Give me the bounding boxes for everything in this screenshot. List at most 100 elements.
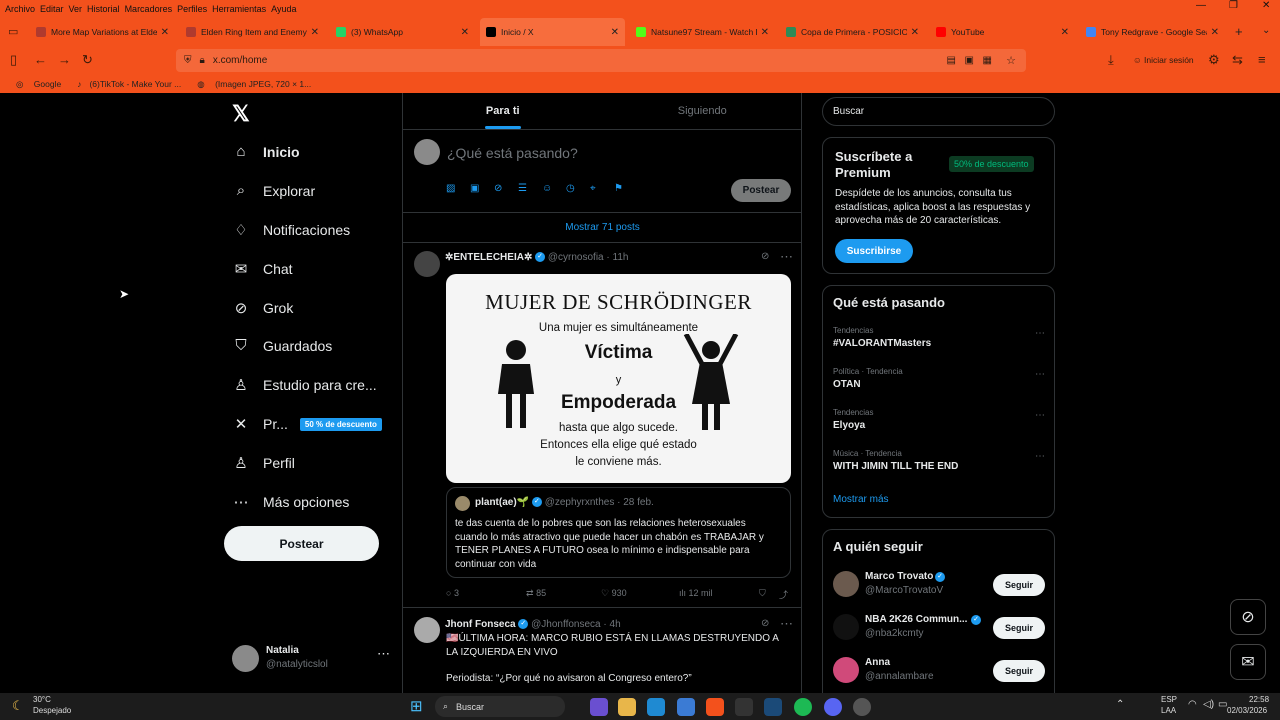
extensions-icon[interactable]: ⚙ bbox=[1208, 52, 1220, 68]
reload-icon[interactable]: ↻ bbox=[82, 52, 93, 68]
menu-marcadores[interactable]: Marcadores bbox=[125, 4, 173, 14]
show-more-link[interactable]: Mostrar más bbox=[833, 494, 889, 505]
more-icon[interactable]: ⋯ bbox=[377, 646, 390, 662]
nav-item-pr-[interactable]: ✕ Pr... 50 % de descuento bbox=[232, 415, 382, 433]
trend-item[interactable]: Música · Tendencia WITH JIMIN TILL THE EN… bbox=[833, 449, 1045, 472]
like-button[interactable]: ♡ 930 bbox=[601, 588, 679, 601]
schedule-icon[interactable]: ◷ bbox=[566, 183, 590, 194]
compose-input[interactable]: ¿Qué está pasando? bbox=[447, 145, 578, 161]
language-layout[interactable]: LAA bbox=[1161, 706, 1176, 715]
browser-tab[interactable]: Natsune97 Stream - Watch Live ✕ bbox=[630, 18, 775, 46]
tab-siguiendo[interactable]: Siguiendo bbox=[603, 93, 803, 129]
edge-icon[interactable] bbox=[647, 698, 665, 716]
search-input[interactable]: ⌕ Buscar bbox=[822, 97, 1055, 126]
minimize-window-icon[interactable]: — bbox=[1196, 0, 1206, 11]
menu-icon[interactable]: ≡ bbox=[1258, 52, 1266, 67]
downloads-icon[interactable]: ⤓ bbox=[1108, 52, 1114, 68]
post-time[interactable]: 4h bbox=[610, 619, 621, 630]
steam-icon[interactable] bbox=[764, 698, 782, 716]
views-button[interactable]: ılı 12 mil bbox=[679, 588, 759, 601]
bookmark-icon[interactable]: ⛉ bbox=[759, 588, 779, 601]
quoted-post[interactable]: plant(ae)🌱 ✓ @zephyrxnthes · 28 feb. te … bbox=[446, 487, 791, 578]
follow-suggestion[interactable]: Anna @annalambare Seguir bbox=[833, 654, 1045, 690]
more-icon[interactable]: ⋯ bbox=[1035, 451, 1045, 462]
sidebar-toggle-icon[interactable]: ▯ bbox=[10, 52, 17, 68]
trend-item[interactable]: Tendencias #VALORANTMasters ⋯ bbox=[833, 326, 1045, 349]
tray-chevron-icon[interactable]: ⌃ bbox=[1116, 699, 1124, 710]
author-name[interactable]: ✲ENTELECHEIA✲ bbox=[445, 252, 532, 263]
follow-suggestion[interactable]: NBA 2K26 Commun... @nba2kcmty ✓ Seguir bbox=[833, 611, 1045, 647]
language-code[interactable]: ESP bbox=[1161, 695, 1177, 704]
bookmark-star-icon[interactable]: ☆ bbox=[1006, 54, 1016, 67]
nav-item-perfil[interactable]: ♙ Perfil bbox=[232, 454, 295, 472]
close-tab-icon[interactable]: ✕ bbox=[911, 27, 919, 38]
menu-ver[interactable]: Ver bbox=[69, 4, 83, 14]
reader-mode-icon[interactable]: ▤ bbox=[947, 55, 956, 66]
menu-editar[interactable]: Editar bbox=[40, 4, 64, 14]
nav-item-inicio[interactable]: ⌂ Inicio bbox=[232, 143, 299, 160]
nav-item-más-opciones[interactable]: ⋯ Más opciones bbox=[232, 493, 350, 511]
repost-button[interactable]: ⇄ 85 bbox=[526, 588, 601, 601]
grok-icon[interactable]: ⊘ bbox=[761, 251, 769, 262]
vpn-icon[interactable]: ⇆ bbox=[1232, 52, 1243, 68]
screenshot-icon[interactable]: ▦ bbox=[983, 55, 992, 66]
clock-date[interactable]: 02/03/2026 bbox=[1227, 706, 1267, 715]
close-tab-icon[interactable]: ✕ bbox=[311, 27, 319, 38]
nav-item-grok[interactable]: ⊘ Grok bbox=[232, 299, 294, 317]
taskbar-search[interactable]: ⌕ Buscar bbox=[435, 696, 565, 717]
follow-suggestion[interactable]: Marco Trovato @MarcoTrovatoV ✓ Seguir bbox=[833, 568, 1045, 604]
maximize-window-icon[interactable]: ❐ bbox=[1229, 0, 1238, 11]
address-bar[interactable]: ⛨ 🔒︎ x.com/home ▤ ▣ ▦ ☆ bbox=[176, 49, 1026, 72]
trend-item[interactable]: Tendencias Elyoya ⋯ bbox=[833, 408, 1045, 431]
browser-tab[interactable]: Tony Redgrave - Google Search ✕ bbox=[1080, 18, 1225, 46]
volume-icon[interactable]: ◁) bbox=[1203, 699, 1214, 710]
author-name[interactable]: Jhonf Fonseca bbox=[445, 619, 516, 630]
menu-historial[interactable]: Historial bbox=[87, 4, 120, 14]
close-tab-icon[interactable]: ✕ bbox=[761, 27, 769, 38]
more-icon[interactable]: ⋯ bbox=[1035, 369, 1045, 380]
follow-button[interactable]: Seguir bbox=[993, 617, 1045, 639]
shield-icon[interactable]: ⛨ bbox=[184, 55, 192, 66]
wifi-icon[interactable]: ◠ bbox=[1188, 699, 1197, 710]
flag-icon[interactable]: ⚑ bbox=[614, 183, 638, 194]
browser-tab[interactable]: Copa de Primera - POSICIONES ✕ bbox=[780, 18, 925, 46]
tab-overview-icon[interactable]: ▭ bbox=[8, 25, 18, 38]
page-action-icon[interactable]: ▣ bbox=[965, 55, 974, 66]
back-icon[interactable]: ← bbox=[34, 52, 47, 67]
browser-tab[interactable]: Elden Ring Item and Enemy Ran ✕ bbox=[180, 18, 325, 46]
post-button[interactable]: Postear bbox=[224, 526, 379, 561]
nav-item-explorar[interactable]: ⌕ Explorar bbox=[232, 182, 315, 199]
weather-temp[interactable]: 30°C bbox=[33, 695, 51, 704]
spotify-icon[interactable] bbox=[794, 698, 812, 716]
messages-float-button[interactable]: ✉ bbox=[1230, 644, 1266, 680]
url-text[interactable]: x.com/home bbox=[213, 55, 267, 66]
gif-icon[interactable]: ▣ bbox=[470, 183, 494, 194]
grok-float-button[interactable]: ⊘ bbox=[1230, 599, 1266, 635]
copilot-icon[interactable] bbox=[590, 698, 608, 716]
more-icon[interactable]: ⋯ bbox=[1035, 410, 1045, 421]
subscribe-button[interactable]: Suscribirse bbox=[835, 239, 913, 263]
menu-archivo[interactable]: Archivo bbox=[5, 4, 35, 14]
windows-start-icon[interactable]: ⊞ bbox=[410, 697, 423, 715]
nav-item-estudio-para-cre-[interactable]: ♙ Estudio para cre... bbox=[232, 376, 376, 394]
post-image[interactable]: MUJER DE SCHRÖDINGER Una mujer es simult… bbox=[446, 274, 791, 483]
more-icon[interactable]: ⋯ bbox=[780, 249, 793, 265]
share-icon[interactable]: ⤴ bbox=[779, 588, 791, 601]
trend-item[interactable]: Política · Tendencia OTAN ⋯ bbox=[833, 367, 1045, 390]
follow-button[interactable]: Seguir bbox=[993, 660, 1045, 682]
nav-item-chat[interactable]: ✉ Chat bbox=[232, 260, 293, 278]
compose-post-button[interactable]: Postear bbox=[731, 179, 791, 202]
x-logo-icon[interactable]: 𝕏 bbox=[232, 101, 250, 127]
grok-icon[interactable]: ⊘ bbox=[761, 618, 769, 629]
signin-button[interactable]: ☺ Iniciar sesión bbox=[1133, 55, 1194, 65]
poll-icon[interactable]: ☰ bbox=[518, 183, 542, 194]
weather-desc[interactable]: Despejado bbox=[33, 706, 71, 715]
location-icon[interactable]: ⌖ bbox=[590, 183, 614, 194]
browser-tab[interactable]: (3) WhatsApp ✕ bbox=[330, 18, 475, 46]
forward-icon[interactable]: → bbox=[58, 52, 71, 67]
nav-item-guardados[interactable]: ⛉ Guardados bbox=[232, 337, 332, 354]
bookmark-image[interactable]: ◍ (Imagen JPEG, 720 × 1... bbox=[189, 79, 311, 90]
follow-button[interactable]: Seguir bbox=[993, 574, 1045, 596]
browser-tab[interactable]: YouTube ✕ bbox=[930, 18, 1075, 46]
epic-games-icon[interactable] bbox=[735, 698, 753, 716]
